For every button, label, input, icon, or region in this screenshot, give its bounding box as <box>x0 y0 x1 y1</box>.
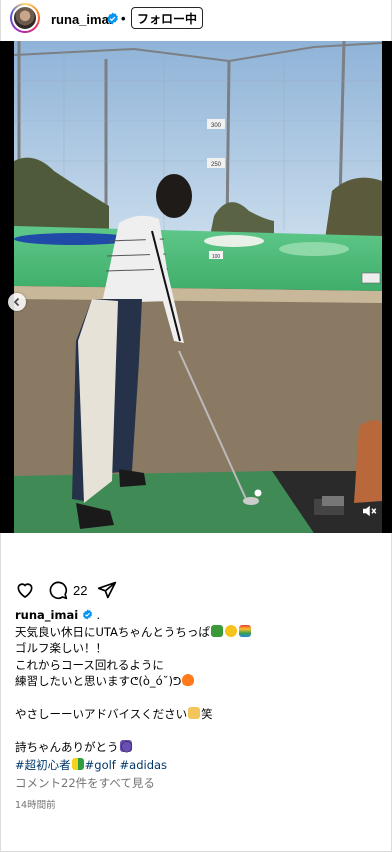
hand-emoji-icon <box>188 707 201 719</box>
range-sign-300: 300 <box>211 123 222 129</box>
caption-line-3: これからコース回れるように <box>15 657 164 672</box>
previous-slide-button[interactable] <box>8 293 26 311</box>
caption-line-1: 天気良い休日にUTAちゃんとうちっぱ <box>15 624 210 639</box>
post-media[interactable]: 300 250 100 <box>0 41 392 533</box>
caption-line-6: 詩ちゃんありがとう <box>15 740 119 754</box>
fire-emoji-icon <box>182 674 195 686</box>
range-sign-250: 250 <box>211 162 222 168</box>
caption-username[interactable]: runa_imai <box>15 608 78 622</box>
hashtag-adidas[interactable]: #adidas <box>120 758 168 772</box>
avatar[interactable] <box>10 3 40 33</box>
header-separator: • <box>121 11 126 26</box>
view-all-comments-link[interactable]: コメント22件をすべて見る <box>15 775 155 791</box>
rainbow-emoji-icon <box>238 624 251 637</box>
golf-emoji-icon <box>210 624 223 637</box>
caption-line-4: 練習したいと思いますᕦ(ò_ó˘)ᕤ <box>15 674 182 688</box>
comment-icon[interactable] <box>48 580 68 600</box>
header-username[interactable]: runa_imai <box>51 12 112 27</box>
caption-line-5-end: 笑 <box>201 707 213 721</box>
sun-emoji-icon <box>224 624 237 637</box>
hashtag-beginner[interactable]: #超初心者 <box>15 758 71 772</box>
grapes-emoji-icon <box>119 740 132 752</box>
caption-suffix: . <box>96 608 101 622</box>
beginner-mark-icon <box>71 758 84 770</box>
mute-icon[interactable] <box>360 502 378 520</box>
hashtags: #超初心者 #golf #adidas <box>15 757 167 773</box>
action-bar: 22 <box>0 576 392 604</box>
post-caption: runa_imai . 天気良い休日にUTAちゃんとうちっぱ ゴルフ楽しい！！ … <box>15 607 383 756</box>
comment-count: 22 <box>73 583 88 598</box>
verified-badge-icon <box>107 12 118 25</box>
chevron-left-icon <box>13 297 20 307</box>
verified-badge-icon <box>82 609 92 620</box>
heart-icon[interactable] <box>15 580 35 600</box>
following-button[interactable]: フォロー中 <box>131 7 203 29</box>
hashtag-golf[interactable]: #golf <box>85 758 116 772</box>
post-header: runa_imai • フォロー中 <box>0 0 392 40</box>
caption-line-2: ゴルフ楽しい！！ <box>15 641 107 655</box>
caption-line-5: やさしーーいアドバイスください <box>15 707 188 721</box>
share-icon[interactable] <box>97 580 117 600</box>
post-timestamp[interactable]: 14時間前 <box>15 797 56 811</box>
golf-range-photo: 300 250 100 <box>14 41 382 533</box>
ground-sign-100: 100 <box>212 254 221 260</box>
